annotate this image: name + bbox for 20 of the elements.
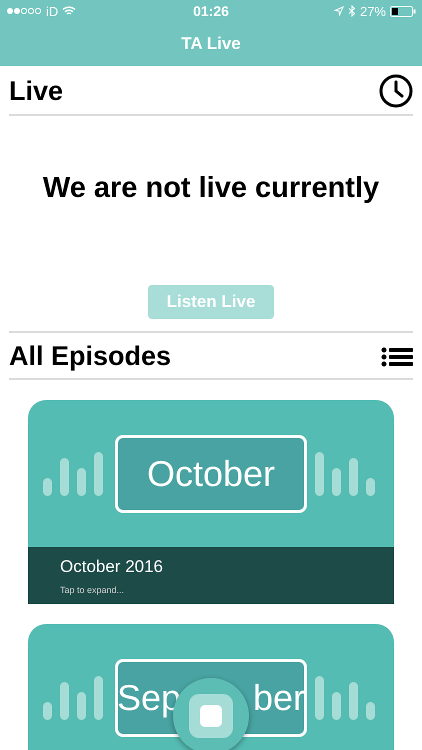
episode-title: October 2016 <box>60 556 164 576</box>
month-label: ber <box>253 676 306 718</box>
nav-title: TA Live <box>181 34 241 54</box>
battery-percent: 27% <box>360 4 386 18</box>
location-icon <box>334 6 344 16</box>
clock-icon[interactable] <box>379 74 413 108</box>
section-title: All Episodes <box>9 341 172 372</box>
stop-icon <box>189 694 233 738</box>
battery-icon <box>390 6 416 16</box>
bluetooth-icon <box>348 5 356 17</box>
expand-hint: Tap to expand... <box>60 584 126 594</box>
section-title: Live <box>9 76 64 106</box>
list-icon[interactable] <box>381 346 413 366</box>
month-label: October <box>146 452 276 494</box>
episode-card[interactable]: October October 2016 Tap to expand... <box>28 400 394 604</box>
status-time: 01:26 <box>193 3 229 19</box>
live-status-message: We are not live currently <box>42 172 380 205</box>
wifi-icon <box>62 6 76 16</box>
carrier-name: iD <box>46 4 58 18</box>
signal-icon <box>6 7 42 15</box>
